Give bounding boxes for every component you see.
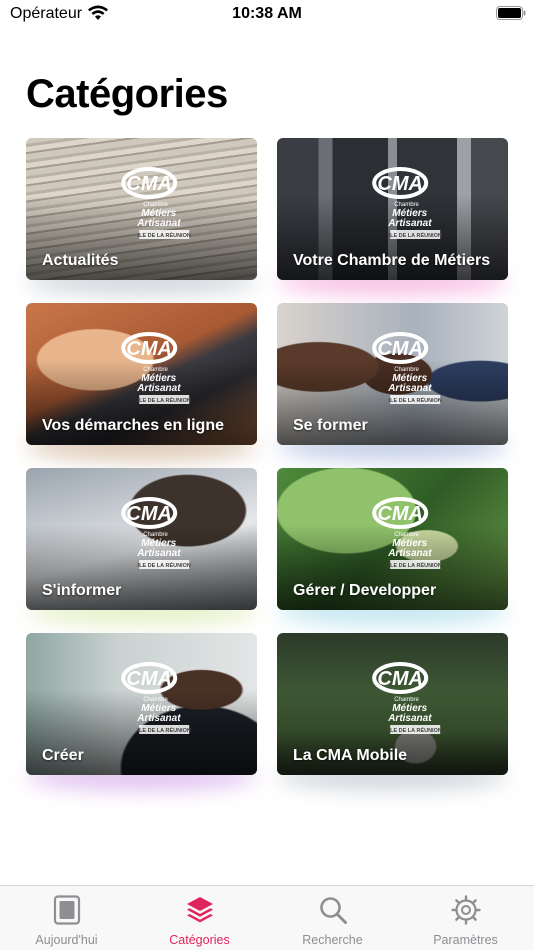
cma-logo-icon: CMA Chambre Métiers Artisanat ILE DE LA … xyxy=(371,497,441,569)
svg-text:Artisanat: Artisanat xyxy=(136,548,181,559)
svg-text:ILE DE LA RÉUNION: ILE DE LA RÉUNION xyxy=(388,396,441,404)
svg-text:CMA: CMA xyxy=(377,338,423,360)
svg-text:ILE DE LA RÉUNION: ILE DE LA RÉUNION xyxy=(388,726,441,734)
svg-text:Artisanat: Artisanat xyxy=(136,383,181,394)
tab-label: Aujourd'hui xyxy=(35,933,98,947)
category-label: La CMA Mobile xyxy=(293,747,408,764)
svg-text:ILE DE LA RÉUNION: ILE DE LA RÉUNION xyxy=(137,396,190,404)
svg-text:Artisanat: Artisanat xyxy=(387,218,432,229)
tab-label: Catégories xyxy=(169,933,230,947)
tab-bar: Aujourd'hui Catégories Recherche Paramèt… xyxy=(0,885,534,950)
svg-text:CMA: CMA xyxy=(126,668,172,690)
search-icon xyxy=(319,897,347,924)
gear-icon xyxy=(450,895,481,925)
today-icon xyxy=(53,895,80,925)
svg-text:Artisanat: Artisanat xyxy=(136,713,181,724)
category-label: Créer xyxy=(42,747,84,764)
cma-logo-icon: CMA Chambre Métiers Artisanat ILE DE LA … xyxy=(371,662,441,734)
svg-text:ILE DE LA RÉUNION: ILE DE LA RÉUNION xyxy=(137,231,190,239)
svg-text:Artisanat: Artisanat xyxy=(136,218,181,229)
svg-text:CMA: CMA xyxy=(377,668,423,690)
category-card-s-informer[interactable]: CMA Chambre Métiers Artisanat ILE DE LA … xyxy=(26,468,257,610)
category-card-demarches[interactable]: CMA Chambre Métiers Artisanat ILE DE LA … xyxy=(26,303,257,445)
tab-categories[interactable]: Catégories xyxy=(133,886,266,950)
category-card-creer[interactable]: CMA Chambre Métiers Artisanat ILE DE LA … xyxy=(26,633,257,775)
category-card-se-former[interactable]: CMA Chambre Métiers Artisanat ILE DE LA … xyxy=(277,303,508,445)
status-bar: Opérateur 10:38 AM xyxy=(0,0,534,30)
svg-text:ILE DE LA RÉUNION: ILE DE LA RÉUNION xyxy=(388,231,441,239)
svg-text:ILE DE LA RÉUNION: ILE DE LA RÉUNION xyxy=(388,561,441,569)
svg-text:Artisanat: Artisanat xyxy=(387,383,432,394)
cma-logo-icon: CMA Chambre Métiers Artisanat ILE DE LA … xyxy=(120,167,190,239)
category-card-votre-chambre[interactable]: CMA Chambre Métiers Artisanat ILE DE LA … xyxy=(277,138,508,280)
svg-text:CMA: CMA xyxy=(126,503,172,525)
svg-text:CMA: CMA xyxy=(377,173,423,195)
layers-icon xyxy=(186,897,213,923)
cma-logo-icon: CMA Chambre Métiers Artisanat ILE DE LA … xyxy=(371,167,441,239)
cma-logo-icon: CMA Chambre Métiers Artisanat ILE DE LA … xyxy=(120,332,190,404)
category-label: Vos démarches en ligne xyxy=(42,417,224,434)
tab-label: Recherche xyxy=(302,933,363,947)
svg-text:ILE DE LA RÉUNION: ILE DE LA RÉUNION xyxy=(137,561,190,569)
cma-logo-icon: CMA Chambre Métiers Artisanat ILE DE LA … xyxy=(120,662,190,734)
svg-text:CMA: CMA xyxy=(377,503,423,525)
svg-text:CMA: CMA xyxy=(126,173,172,195)
page-title: Catégories xyxy=(26,72,228,116)
category-card-gerer[interactable]: CMA Chambre Métiers Artisanat ILE DE LA … xyxy=(277,468,508,610)
category-label: Actualités xyxy=(42,252,119,269)
battery-icon xyxy=(496,6,526,20)
status-time: 10:38 AM xyxy=(232,5,302,22)
category-label: S'informer xyxy=(42,582,122,599)
svg-text:CMA: CMA xyxy=(126,338,172,360)
category-card-cma-mobile[interactable]: CMA Chambre Métiers Artisanat ILE DE LA … xyxy=(277,633,508,775)
svg-text:Artisanat: Artisanat xyxy=(387,713,432,724)
cma-logo-icon: CMA Chambre Métiers Artisanat ILE DE LA … xyxy=(371,332,441,404)
tab-label: Paramètres xyxy=(433,933,498,947)
tab-recherche[interactable]: Recherche xyxy=(266,886,399,950)
category-label: Se former xyxy=(293,417,368,434)
category-card-actualites[interactable]: CMA Chambre Métiers Artisanat ILE DE LA … xyxy=(26,138,257,280)
cma-logo-icon: CMA Chambre Métiers Artisanat ILE DE LA … xyxy=(120,497,190,569)
category-label: Votre Chambre de Métiers xyxy=(293,252,491,269)
svg-text:Artisanat: Artisanat xyxy=(387,548,432,559)
category-label: Gérer / Developper xyxy=(293,582,437,599)
tab-parametres[interactable]: Paramètres xyxy=(399,886,532,950)
tab-aujourdhui[interactable]: Aujourd'hui xyxy=(0,886,133,950)
svg-text:ILE DE LA RÉUNION: ILE DE LA RÉUNION xyxy=(137,726,190,734)
